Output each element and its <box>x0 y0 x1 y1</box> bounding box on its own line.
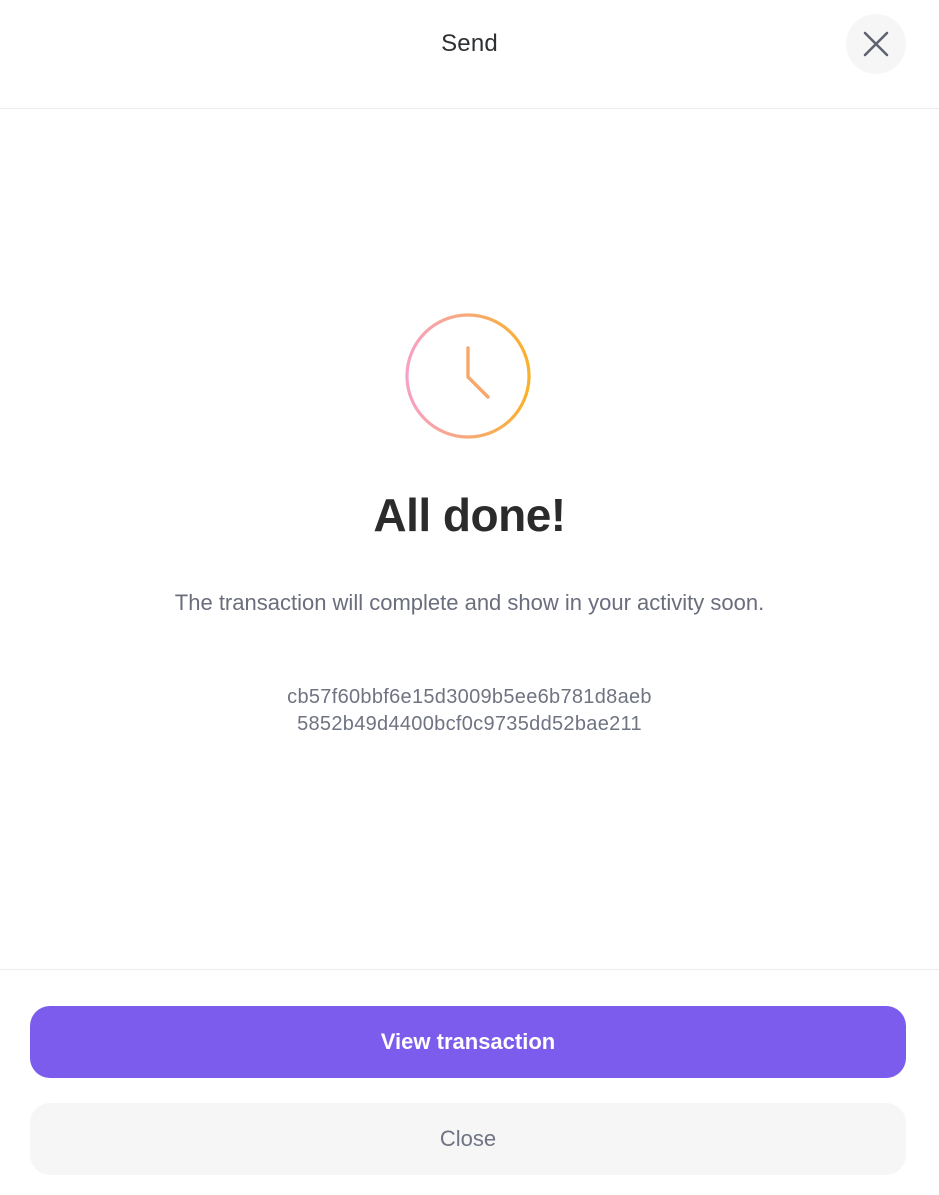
dialog-header: Send <box>0 0 939 109</box>
close-icon <box>863 31 889 57</box>
transaction-hash: cb57f60bbf6e15d3009b5ee6b781d8aeb 5852b4… <box>0 684 939 738</box>
close-button[interactable]: Close <box>30 1103 906 1175</box>
view-transaction-button[interactable]: View transaction <box>30 1006 906 1078</box>
status-title: All done! <box>373 489 566 541</box>
transaction-hash-line: cb57f60bbf6e15d3009b5ee6b781d8aeb <box>287 686 652 708</box>
dialog-title: Send <box>441 30 498 57</box>
send-dialog: Send All done! The transaction will comp… <box>0 0 939 1195</box>
transaction-hash-line: 5852b49d4400bcf0c9735dd52bae211 <box>297 713 642 735</box>
close-dialog-button[interactable] <box>846 14 906 74</box>
clock-icon <box>405 313 531 439</box>
status-message: The transaction will complete and show i… <box>174 590 765 615</box>
